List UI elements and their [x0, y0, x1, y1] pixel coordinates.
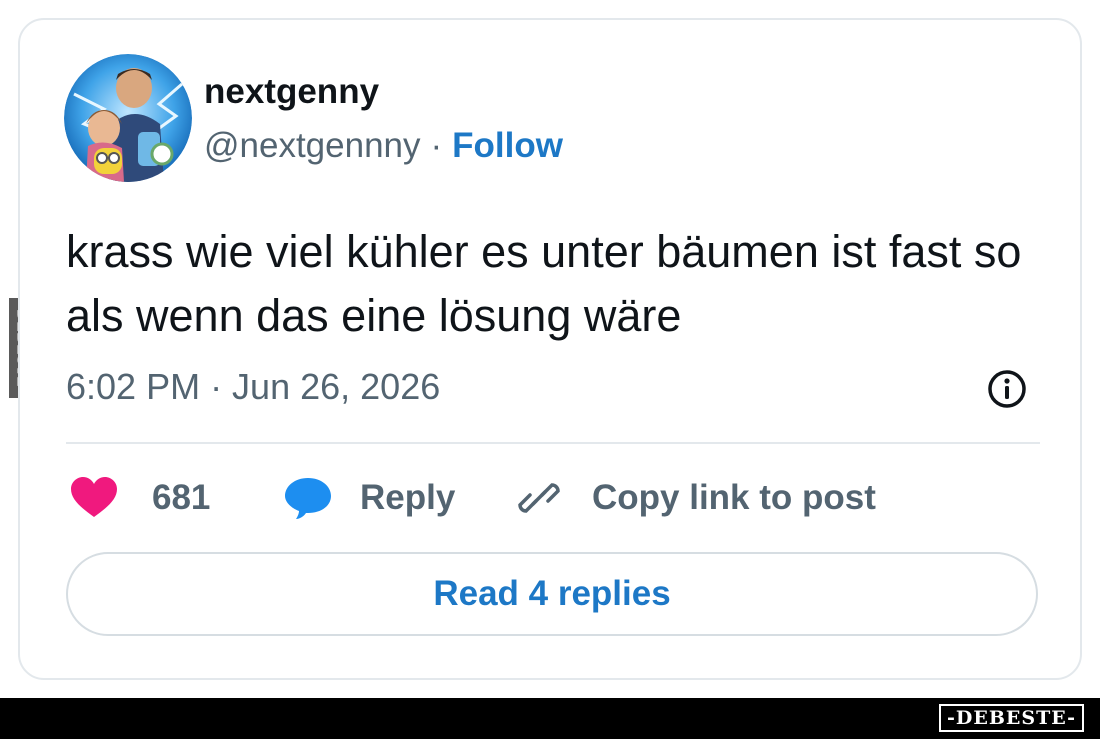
heart-icon	[71, 477, 117, 517]
link-icon	[518, 483, 560, 513]
avatar-photo	[64, 54, 192, 182]
speech-bubble-icon	[285, 478, 331, 519]
tweet-text: krass wie viel kühler es unter bäumen is…	[66, 226, 1022, 341]
reply-button[interactable]: Reply	[284, 476, 455, 520]
avatar[interactable]	[64, 54, 192, 182]
reply-label: Reply	[360, 478, 456, 517]
debeste-logo: -DEBESTE-	[939, 704, 1084, 732]
divider	[66, 442, 1040, 444]
display-name[interactable]: nextgenny	[204, 72, 379, 112]
tweet-card: nextgenny @nextgennny · Follow krass wie…	[18, 18, 1082, 680]
info-icon[interactable]	[986, 368, 1028, 410]
handle-row: @nextgennny · Follow	[204, 126, 563, 166]
timestamp[interactable]: 6:02 PM · Jun 26, 2026	[66, 366, 440, 408]
copy-link-button[interactable]: Copy link to post	[516, 476, 876, 520]
bottom-bar: -DEBESTE-	[0, 698, 1100, 739]
like-button[interactable]: 681	[70, 476, 210, 520]
read-replies-button[interactable]: Read 4 replies	[66, 552, 1038, 636]
follow-button[interactable]: Follow	[452, 126, 563, 166]
handle[interactable]: @nextgennny	[204, 126, 421, 166]
separator-dot: ·	[430, 126, 443, 165]
copy-link-label: Copy link to post	[592, 478, 876, 517]
like-count: 681	[152, 478, 211, 517]
